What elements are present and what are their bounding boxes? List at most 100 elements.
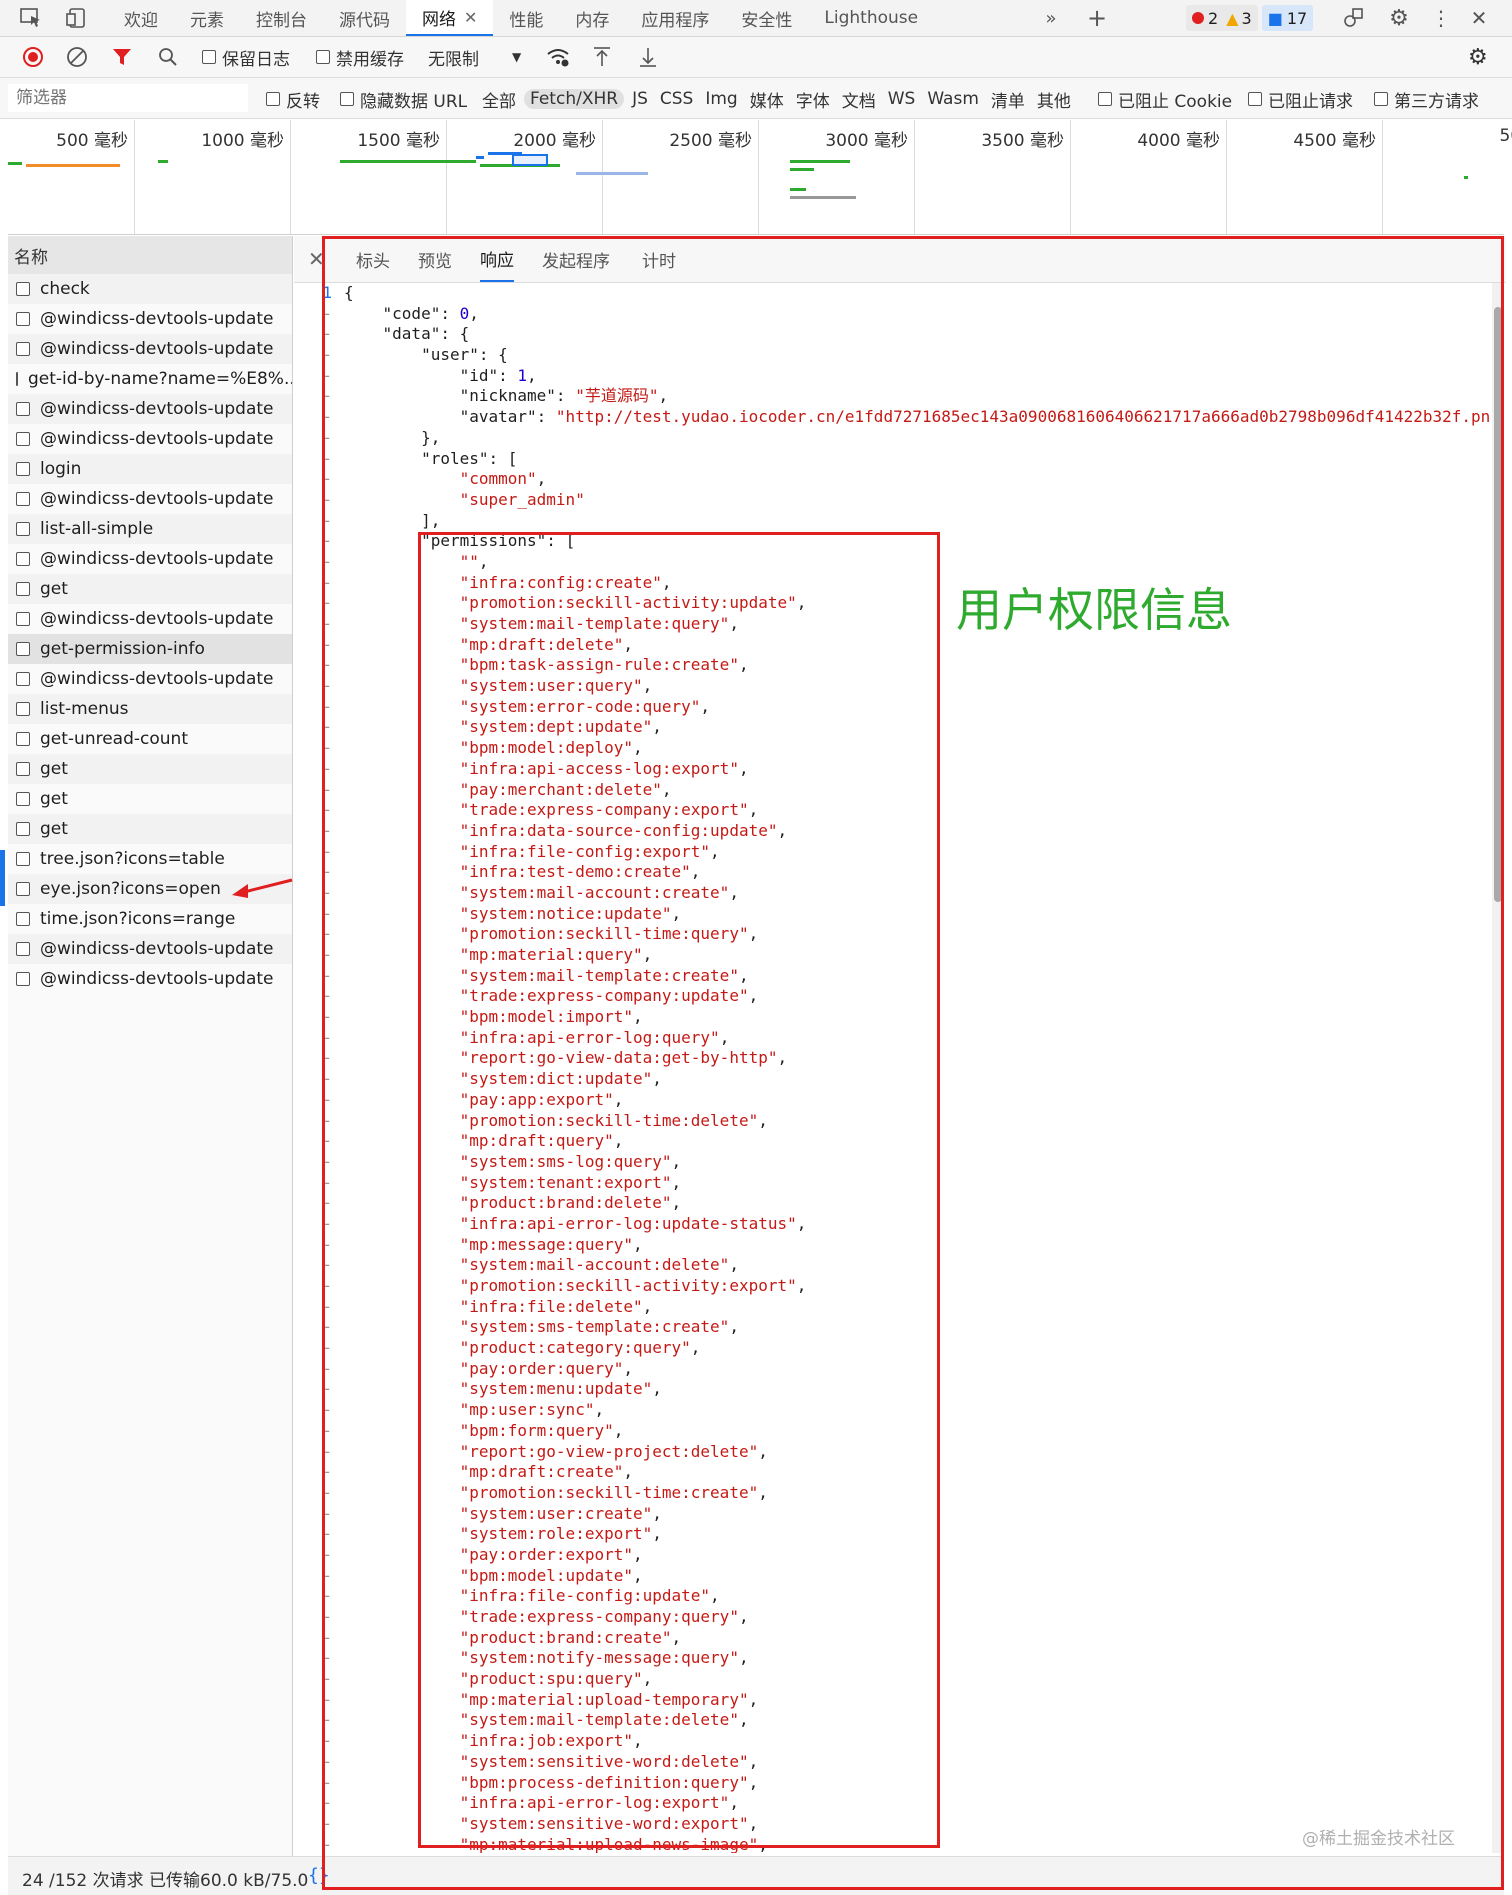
tab-9[interactable]: Lighthouse	[808, 0, 934, 36]
type-filter-6[interactable]: 字体	[792, 87, 834, 112]
tab-5[interactable]: 性能	[493, 0, 559, 36]
tab-6[interactable]: 内存	[559, 0, 625, 36]
checkbox-icon[interactable]	[16, 582, 30, 596]
checkbox-icon[interactable]	[16, 492, 30, 506]
download-icon[interactable]	[638, 45, 658, 69]
tab-1[interactable]: 元素	[174, 0, 240, 36]
checkbox-icon[interactable]	[16, 972, 30, 986]
request-row[interactable]: get-permission-info	[8, 634, 292, 664]
record-icon[interactable]	[22, 45, 44, 69]
error-badge[interactable]: 2 ▲ 3	[1186, 5, 1258, 31]
search-icon[interactable]	[158, 45, 178, 69]
checkbox-icon[interactable]	[16, 312, 30, 326]
request-row[interactable]: @windicss-devtools-update	[8, 934, 292, 964]
add-tab-icon[interactable]: +	[1084, 4, 1110, 32]
response-scrollbar[interactable]	[1492, 283, 1504, 1853]
request-row[interactable]: @windicss-devtools-update	[8, 964, 292, 994]
tab-3[interactable]: 源代码	[323, 0, 406, 36]
type-filter-2[interactable]: JS	[628, 89, 652, 109]
checkbox-icon[interactable]	[16, 522, 30, 536]
close-detail-icon[interactable]: ✕	[308, 236, 325, 282]
detail-tab-1[interactable]: 预览	[418, 236, 452, 282]
request-row[interactable]: @windicss-devtools-update	[8, 484, 292, 514]
request-row[interactable]: get-id-by-name?name=%E8%...	[8, 364, 292, 394]
inspect-icon[interactable]	[18, 6, 44, 30]
checkbox-icon[interactable]	[16, 402, 30, 416]
tab-4[interactable]: 网络 ✕	[406, 0, 494, 36]
invert-checkbox[interactable]: 反转	[266, 88, 320, 112]
type-filter-3[interactable]: CSS	[656, 89, 697, 109]
request-row[interactable]: login	[8, 454, 292, 484]
type-filter-10[interactable]: 清单	[987, 87, 1029, 112]
checkbox-icon[interactable]	[16, 462, 30, 476]
type-filter-0[interactable]: 全部	[478, 87, 520, 112]
tab-0[interactable]: 欢迎	[108, 0, 174, 36]
blocked-cookies-checkbox[interactable]: 已阻止 Cookie	[1098, 88, 1232, 112]
request-row[interactable]: @windicss-devtools-update	[8, 304, 292, 334]
hide-data-urls-checkbox[interactable]: 隐藏数据 URL	[340, 88, 467, 112]
request-row[interactable]: @windicss-devtools-update	[8, 424, 292, 454]
more-tabs-icon[interactable]: »	[1038, 6, 1064, 30]
checkbox-icon[interactable]	[16, 852, 30, 866]
detail-tab-2[interactable]: 响应	[480, 236, 514, 282]
checkbox-icon[interactable]	[16, 822, 30, 836]
request-row[interactable]: get	[8, 814, 292, 844]
checkbox-icon[interactable]	[16, 912, 30, 926]
checkbox-icon[interactable]	[16, 282, 30, 296]
blocked-requests-checkbox[interactable]: 已阻止请求	[1248, 88, 1353, 112]
request-row[interactable]: get	[8, 784, 292, 814]
request-row[interactable]: get-unread-count	[8, 724, 292, 754]
close-icon[interactable]: ✕	[1466, 6, 1492, 30]
tab-2[interactable]: 控制台	[240, 0, 323, 36]
request-row[interactable]: @windicss-devtools-update	[8, 394, 292, 424]
checkbox-icon[interactable]	[16, 342, 30, 356]
wifi-settings-icon[interactable]	[546, 45, 570, 69]
filter-icon[interactable]	[112, 45, 132, 69]
request-row[interactable]: get	[8, 754, 292, 784]
request-row[interactable]: @windicss-devtools-update	[8, 544, 292, 574]
detail-tab-0[interactable]: 标头	[356, 236, 390, 282]
request-row[interactable]: @windicss-devtools-update	[8, 334, 292, 364]
checkbox-icon[interactable]	[16, 882, 30, 896]
request-row[interactable]: tree.json?icons=table	[8, 844, 292, 874]
type-filter-4[interactable]: Img	[701, 89, 741, 109]
checkbox-icon[interactable]	[16, 732, 30, 746]
type-filter-7[interactable]: 文档	[838, 87, 880, 112]
type-filter-9[interactable]: Wasm	[923, 89, 983, 109]
request-row[interactable]: get	[8, 574, 292, 604]
third-party-checkbox[interactable]: 第三方请求	[1374, 88, 1479, 112]
checkbox-icon[interactable]	[16, 372, 18, 386]
type-filter-1[interactable]: Fetch/XHR	[524, 89, 625, 109]
message-badge[interactable]: ■ 17	[1261, 5, 1314, 31]
upload-icon[interactable]	[592, 45, 612, 69]
disable-cache-checkbox[interactable]: 禁用缓存	[316, 45, 404, 70]
name-column-header[interactable]: 名称	[8, 236, 292, 274]
request-row[interactable]: @windicss-devtools-update	[8, 664, 292, 694]
timeline-selection[interactable]	[512, 154, 548, 166]
close-tab-icon[interactable]: ✕	[464, 8, 477, 27]
response-body[interactable]: 1{- "code": 0,- "data": {- "user": {- "i…	[294, 283, 1492, 1853]
checkbox-icon[interactable]	[16, 702, 30, 716]
issue-badges[interactable]: 2 ▲ 3 ■ 17	[1186, 5, 1314, 31]
checkbox-icon[interactable]	[16, 612, 30, 626]
network-settings-icon[interactable]: ⚙	[1468, 45, 1488, 70]
request-row[interactable]: check	[8, 274, 292, 304]
detail-tab-3[interactable]: 发起程序	[542, 236, 610, 282]
request-row[interactable]: list-menus	[8, 694, 292, 724]
clear-icon[interactable]	[66, 45, 88, 69]
tab-8[interactable]: 安全性	[725, 0, 808, 36]
checkbox-icon[interactable]	[16, 792, 30, 806]
checkbox-icon[interactable]	[16, 642, 30, 656]
filter-input[interactable]	[8, 84, 248, 112]
checkbox-icon[interactable]	[16, 432, 30, 446]
checkbox-icon[interactable]	[16, 552, 30, 566]
network-overview-timeline[interactable]: 500 毫秒 1000 毫秒 1500 毫秒 2000 毫秒 2500 毫秒 3000 毫…	[8, 120, 1512, 235]
scrollbar-thumb[interactable]	[1494, 307, 1502, 902]
pretty-print-button[interactable]: {}	[308, 1865, 330, 1886]
request-row[interactable]: list-all-simple	[8, 514, 292, 544]
settings-icon[interactable]: ⚙	[1386, 6, 1412, 31]
checkbox-icon[interactable]	[16, 672, 30, 686]
type-filter-8[interactable]: WS	[884, 89, 920, 109]
throttle-select[interactable]: 无限制 ▼	[428, 45, 528, 70]
request-row[interactable]: time.json?icons=range	[8, 904, 292, 934]
